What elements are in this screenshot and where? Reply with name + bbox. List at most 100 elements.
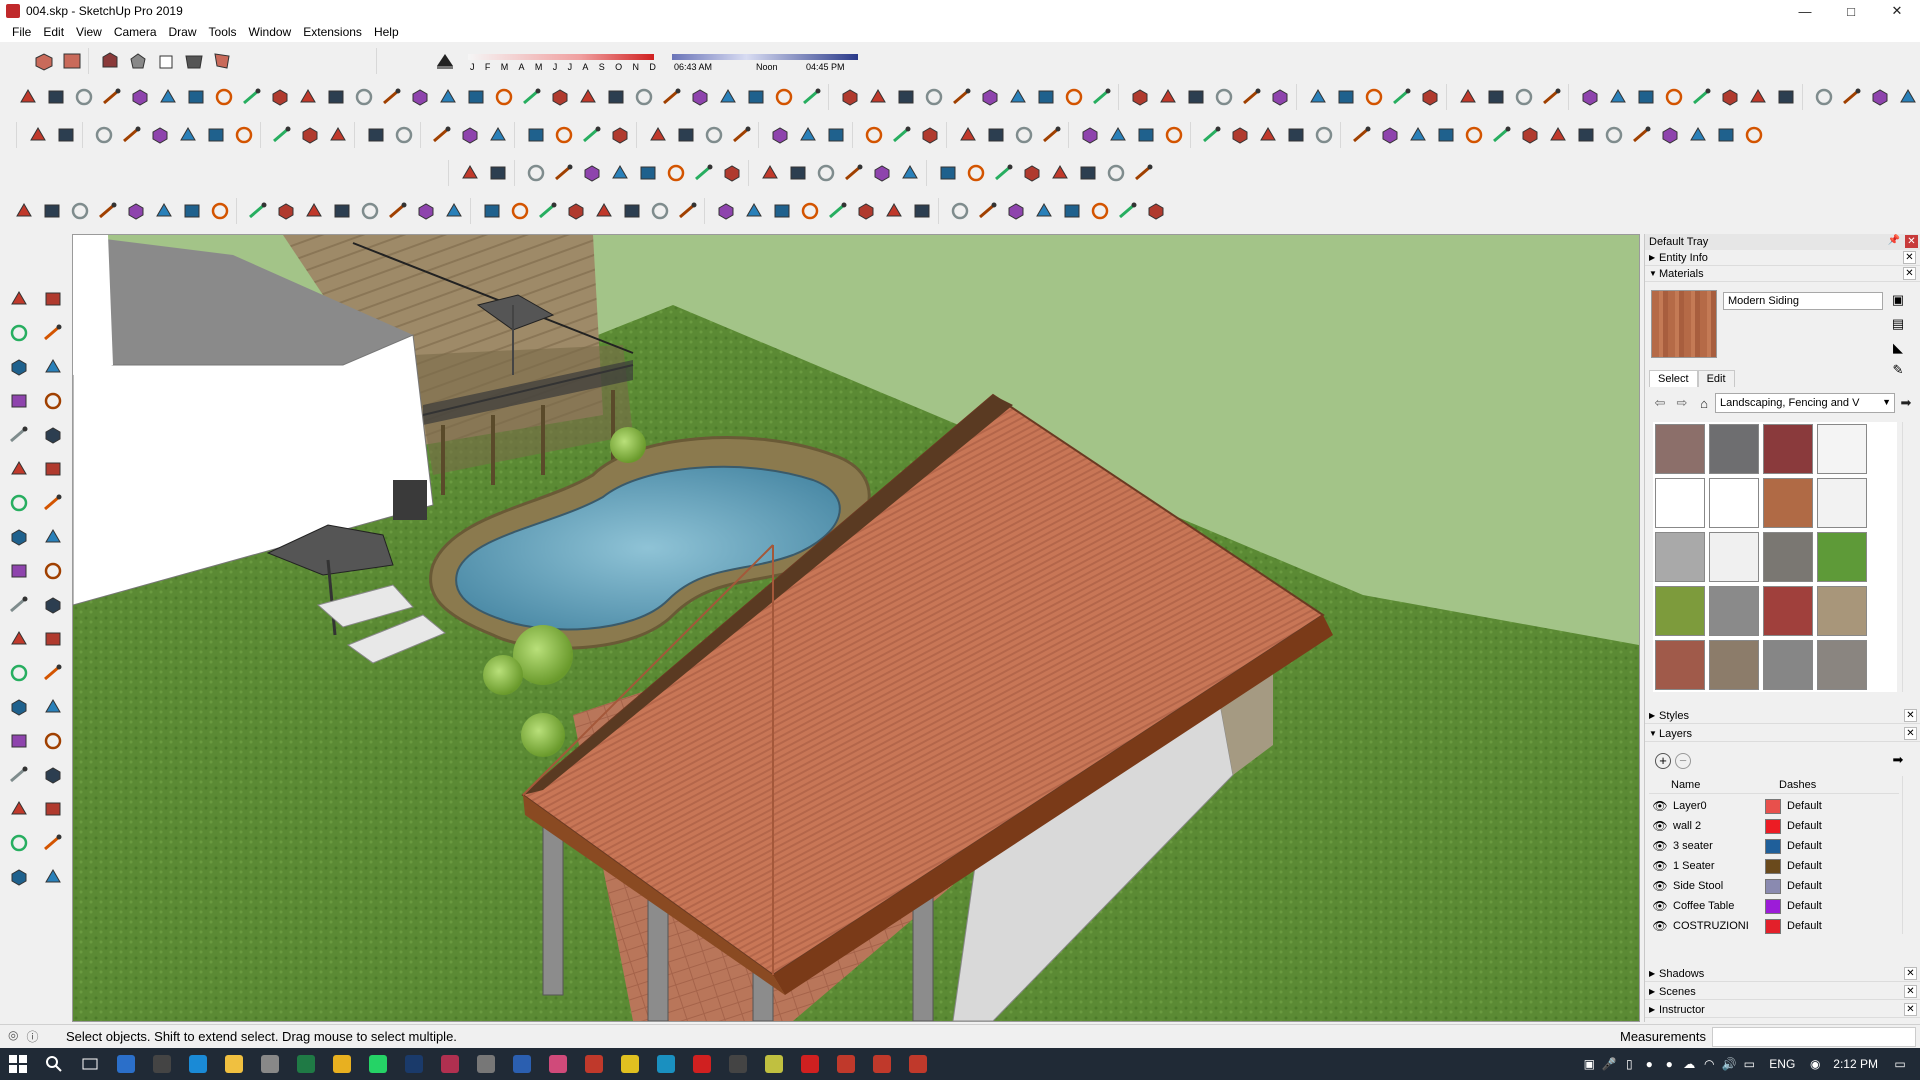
material-swatch[interactable] — [1709, 586, 1759, 636]
panel-materials[interactable]: ▼ Materials ✕ — [1645, 266, 1920, 282]
toolbar-tool-icon[interactable] — [490, 83, 518, 111]
main-tool-icon[interactable] — [296, 121, 324, 149]
material-swatch[interactable] — [1655, 640, 1705, 690]
chrome-icon[interactable] — [324, 1048, 360, 1080]
toolbar-tool-icon[interactable] — [1088, 83, 1116, 111]
layer-row[interactable]: 👁 3 seater Default — [1649, 836, 1899, 856]
visibility-eye-icon[interactable]: 👁 — [1649, 799, 1671, 813]
extension-tool-icon[interactable] — [506, 197, 534, 225]
menu-file[interactable]: File — [6, 25, 37, 39]
main-tool-icon[interactable] — [644, 121, 672, 149]
main-tool-icon[interactable] — [982, 121, 1010, 149]
layer-row[interactable]: 👁 COSTRUZIONI Default — [1649, 916, 1899, 936]
excel-icon[interactable] — [288, 1048, 324, 1080]
panel-close-icon[interactable]: ✕ — [1904, 985, 1917, 998]
toolbar-tool-icon[interactable] — [238, 83, 266, 111]
arc-icon[interactable] — [2, 452, 36, 486]
toolbar-tool-icon[interactable] — [1060, 83, 1088, 111]
toolbar-tool-icon[interactable] — [42, 83, 70, 111]
main-tool-icon[interactable] — [522, 121, 550, 149]
back-view-icon[interactable] — [152, 47, 180, 75]
main-tool-icon[interactable] — [1198, 121, 1226, 149]
main-tool-icon[interactable] — [174, 121, 202, 149]
extension-tool-icon[interactable] — [908, 197, 936, 225]
main-tool-icon[interactable] — [1740, 121, 1768, 149]
material-swatch[interactable] — [1817, 532, 1867, 582]
main-tool-icon[interactable] — [1376, 121, 1404, 149]
toolbar-tool-icon[interactable] — [798, 83, 826, 111]
display-secondary-pane-icon[interactable]: ▣ — [1889, 292, 1907, 310]
menu-edit[interactable]: Edit — [37, 25, 70, 39]
visibility-eye-icon[interactable]: 👁 — [1649, 919, 1671, 933]
material-swatch[interactable] — [1817, 640, 1867, 690]
sandbox-tool-icon[interactable] — [1102, 159, 1130, 187]
toolbar-tool-icon[interactable] — [1576, 83, 1604, 111]
network-icon[interactable]: ◉ — [1805, 1054, 1825, 1074]
main-tool-icon[interactable] — [1348, 121, 1376, 149]
sandbox-tool-icon[interactable] — [484, 159, 512, 187]
text-icon[interactable] — [36, 622, 70, 656]
main-tool-icon[interactable] — [362, 121, 390, 149]
extension-tool-icon[interactable] — [478, 197, 506, 225]
orbit-icon[interactable] — [2, 724, 36, 758]
main-tool-icon[interactable] — [230, 121, 258, 149]
toolbar-tool-icon[interactable] — [1866, 83, 1894, 111]
sandbox-tool-icon[interactable] — [662, 159, 690, 187]
main-tool-icon[interactable] — [1432, 121, 1460, 149]
sketchup-icon[interactable] — [864, 1048, 900, 1080]
calculator-icon[interactable] — [144, 1048, 180, 1080]
sandbox-tool-icon[interactable] — [962, 159, 990, 187]
material-swatch[interactable] — [1763, 424, 1813, 474]
extension-tool-icon[interactable] — [122, 197, 150, 225]
walk-icon[interactable] — [2, 826, 36, 860]
polygon-icon[interactable] — [36, 418, 70, 452]
layer-name[interactable]: wall 2 — [1671, 820, 1763, 832]
toolbar-tool-icon[interactable] — [266, 83, 294, 111]
toolbar-tool-icon[interactable] — [1304, 83, 1332, 111]
push-pull-icon[interactable] — [36, 520, 70, 554]
material-swatch[interactable] — [1655, 424, 1705, 474]
tray-app-icon[interactable]: ● — [1659, 1054, 1679, 1074]
visibility-eye-icon[interactable]: 👁 — [1649, 859, 1671, 873]
photoshop-icon[interactable] — [396, 1048, 432, 1080]
info-icon[interactable]: ⓘ — [26, 1028, 38, 1045]
main-tool-icon[interactable] — [1160, 121, 1188, 149]
section-plane-icon[interactable] — [36, 860, 70, 894]
main-tool-icon[interactable] — [954, 121, 982, 149]
toolbar-tool-icon[interactable] — [836, 83, 864, 111]
panel-instructor[interactable]: ▶ Instructor ✕ — [1645, 1002, 1920, 1018]
menu-window[interactable]: Window — [243, 25, 298, 39]
panel-layers[interactable]: ▼ Layers ✕ — [1645, 726, 1920, 742]
extension-tool-icon[interactable] — [94, 197, 122, 225]
main-tool-icon[interactable] — [672, 121, 700, 149]
battery-icon[interactable]: ▭ — [1739, 1054, 1759, 1074]
layer-name[interactable]: Side Stool — [1671, 880, 1763, 892]
extension-tool-icon[interactable] — [646, 197, 674, 225]
extension-tool-icon[interactable] — [1114, 197, 1142, 225]
toolbar-tool-icon[interactable] — [1894, 83, 1920, 111]
notifications-icon[interactable]: ▭ — [1890, 1054, 1910, 1074]
visibility-eye-icon[interactable]: 👁 — [1649, 899, 1671, 913]
edge-icon[interactable] — [180, 1048, 216, 1080]
toolbar-tool-icon[interactable] — [1004, 83, 1032, 111]
main-tool-icon[interactable] — [766, 121, 794, 149]
app-icon[interactable] — [432, 1048, 468, 1080]
main-tool-icon[interactable] — [578, 121, 606, 149]
sandbox-tool-icon[interactable] — [990, 159, 1018, 187]
main-tool-icon[interactable] — [1712, 121, 1740, 149]
extension-tool-icon[interactable] — [272, 197, 300, 225]
visibility-eye-icon[interactable]: 👁 — [1649, 819, 1671, 833]
language-indicator[interactable]: ENG — [1769, 1057, 1795, 1071]
main-tool-icon[interactable] — [390, 121, 418, 149]
left-view-icon[interactable] — [180, 47, 208, 75]
right-view-icon[interactable] — [124, 47, 152, 75]
toolbar-tool-icon[interactable] — [1838, 83, 1866, 111]
main-tool-icon[interactable] — [1516, 121, 1544, 149]
sandbox-tool-icon[interactable] — [1046, 159, 1074, 187]
task-view-icon[interactable] — [72, 1048, 108, 1080]
main-tool-icon[interactable] — [1104, 121, 1132, 149]
main-tool-icon[interactable] — [484, 121, 512, 149]
offset-icon[interactable] — [36, 588, 70, 622]
material-swatch[interactable] — [1709, 640, 1759, 690]
store-icon[interactable] — [252, 1048, 288, 1080]
